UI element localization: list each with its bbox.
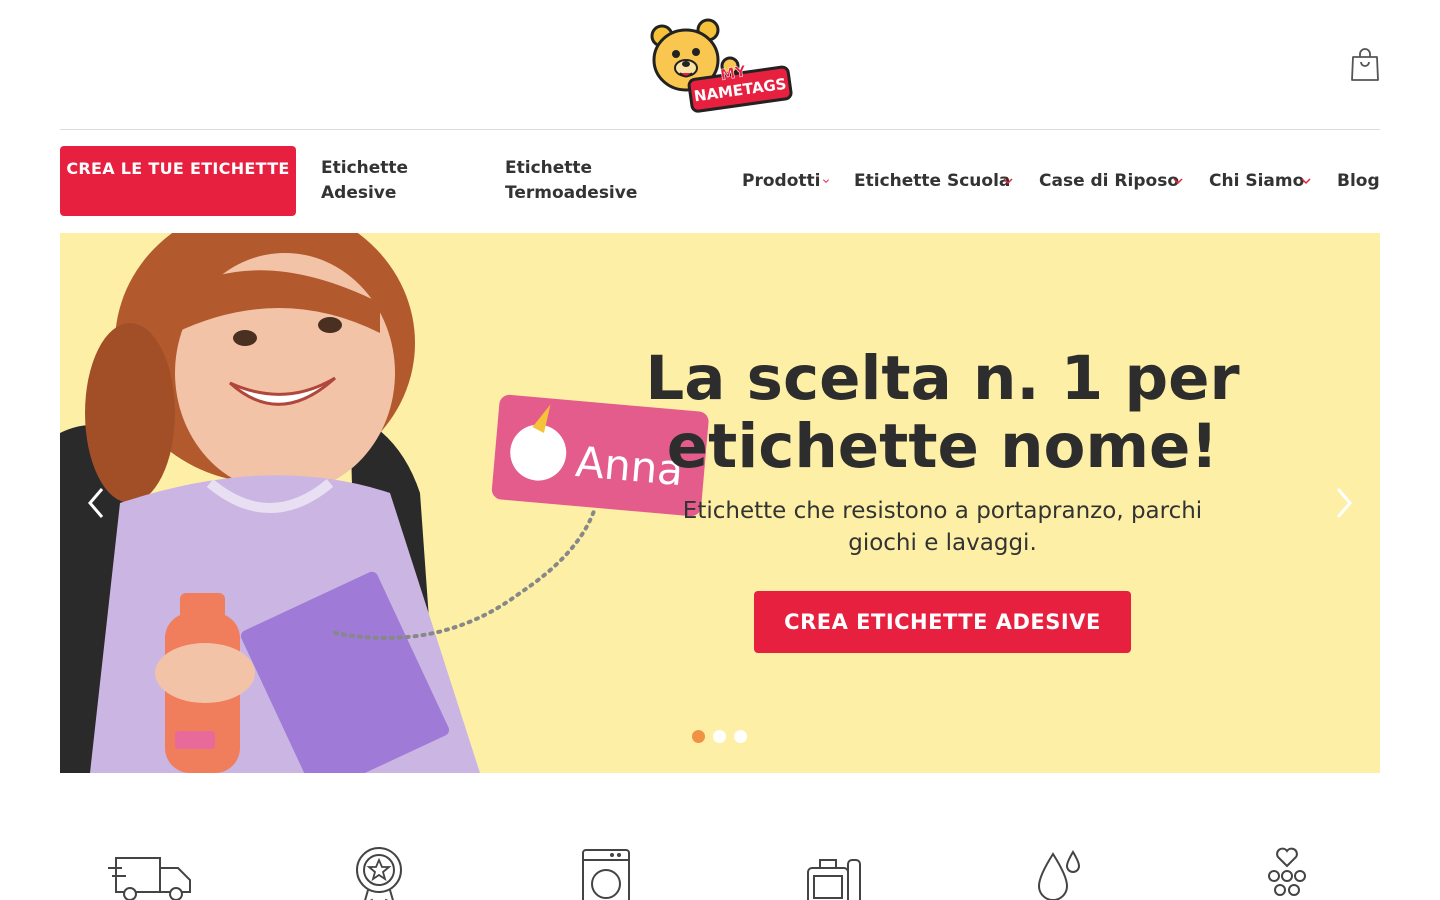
chevron-down-icon: [1003, 178, 1013, 185]
nav-item-chi-siamo[interactable]: Chi Siamo: [1209, 146, 1319, 216]
nav-item-prodotti[interactable]: Prodotti: [742, 146, 842, 216]
features-row: [60, 830, 1380, 900]
slider-dot-2[interactable]: [713, 730, 726, 743]
main-nav: CREA LE TUE ETICHETTE Etichette Adesive …: [60, 146, 1380, 216]
create-stickers-button[interactable]: CREA ETICHETTE ADESIVE: [754, 591, 1131, 653]
delivery-truck-icon: [108, 857, 191, 900]
shopping-bag-icon: [1351, 48, 1379, 81]
water-drop-icon: [1037, 850, 1081, 900]
hero-slider: Anna La scelta n. 1 per etichette nome! …: [60, 233, 1380, 773]
chevron-down-icon: [1173, 178, 1183, 185]
slider-prev-button[interactable]: [84, 483, 108, 523]
bear-logo-icon: NAMETAGS MY: [650, 18, 793, 113]
chevron-right-icon: [1336, 488, 1352, 518]
lunchbox-icon: [807, 859, 861, 900]
award-badge-icon: [356, 847, 402, 900]
site-header: NAMETAGS MY: [60, 0, 1380, 130]
nav-item-label: Case di Riposo: [1039, 170, 1179, 191]
chevron-left-icon: [88, 488, 104, 518]
nav-item-label: Etichette Termoadesive: [505, 158, 638, 203]
nav-item-etichette-adesive[interactable]: Etichette Adesive: [321, 146, 471, 216]
site-logo[interactable]: NAMETAGS MY: [648, 18, 793, 113]
nav-item-label: Chi Siamo: [1209, 170, 1305, 191]
nav-item-label: Etichette Adesive: [321, 158, 409, 203]
washing-machine-icon: [582, 849, 630, 900]
family-heart-icon: [1268, 847, 1306, 896]
slider-dot-3[interactable]: [734, 730, 747, 743]
nav-item-label: Prodotti: [742, 170, 821, 191]
nav-item-label: Etichette Scuola: [854, 170, 1011, 191]
hero-title: La scelta n. 1 per etichette nome!: [645, 343, 1240, 482]
slider-next-button[interactable]: [1332, 483, 1356, 523]
nav-item-blog[interactable]: Blog: [1337, 146, 1380, 216]
create-labels-button[interactable]: CREA LE TUE ETICHETTE: [60, 146, 296, 216]
chevron-down-icon: [822, 179, 830, 184]
nav-item-case-di-riposo[interactable]: Case di Riposo: [1039, 146, 1189, 216]
hero-photo: Anna: [60, 233, 709, 773]
nav-item-etichette-scuola[interactable]: Etichette Scuola: [854, 146, 1014, 216]
hero-subtitle: Etichette che resistono a portapranzo, p…: [682, 498, 1203, 556]
slider-dot-1[interactable]: [692, 730, 705, 743]
nav-item-label: Blog: [1337, 170, 1380, 191]
nav-item-etichette-termoadesive[interactable]: Etichette Termoadesive: [505, 146, 685, 216]
cart-button[interactable]: [1350, 48, 1380, 82]
slider-dots: [692, 730, 747, 743]
chevron-down-icon: [1301, 178, 1311, 185]
